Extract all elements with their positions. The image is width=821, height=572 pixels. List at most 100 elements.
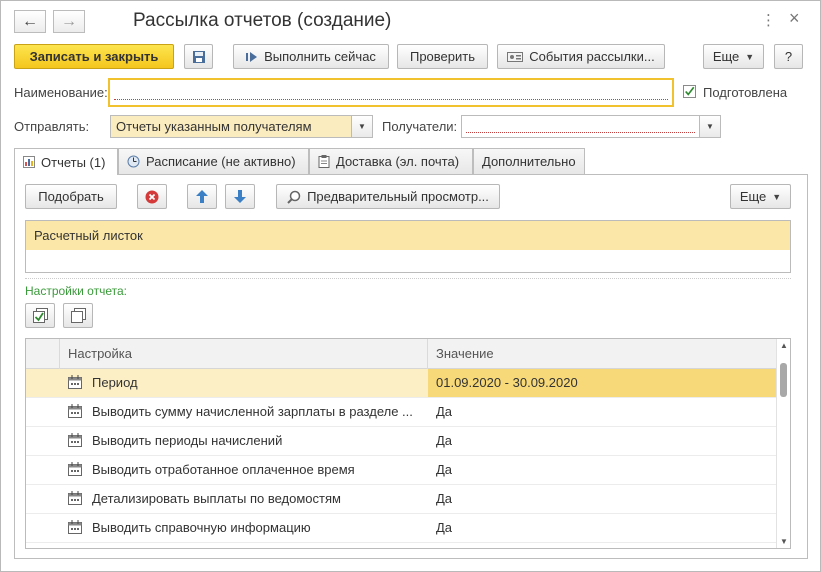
magnifier-icon <box>287 190 301 204</box>
tab-additional[interactable]: Дополнительно <box>473 148 585 174</box>
reports-more-label: Еще <box>739 189 767 204</box>
save-and-close-button[interactable]: Записать и закрыть <box>14 44 174 69</box>
tab-reports[interactable]: Отчеты (1) <box>14 148 118 175</box>
table-row[interactable]: Выводить справочную информацию Да <box>26 514 777 543</box>
uncheck-all-icon <box>70 308 86 323</box>
preview-label: Предварительный просмотр... <box>307 189 489 204</box>
setting-value[interactable]: Да <box>428 427 777 455</box>
marker-column-header <box>26 339 60 369</box>
mailing-events-button[interactable]: События рассылки... <box>497 44 665 69</box>
reports-more-button[interactable]: Еще ▼ <box>730 184 791 209</box>
more-label: Еще <box>712 49 740 64</box>
clock-icon <box>127 155 140 168</box>
send-label: Отправлять: <box>14 119 90 134</box>
tab-delivery-label: Доставка (эл. почта) <box>336 154 460 169</box>
pick-button[interactable]: Подобрать <box>25 184 117 209</box>
setting-icon <box>68 462 82 479</box>
arrow-right-icon: → <box>61 12 77 30</box>
close-icon[interactable]: × <box>789 8 800 29</box>
clipboard-icon <box>318 155 330 168</box>
caret-down-icon: ▼ <box>358 122 366 131</box>
setting-value[interactable]: Да <box>428 456 777 484</box>
setting-name: Выводить сумму начисленной зарплаты в ра… <box>92 404 413 419</box>
recipients-label: Получатели: <box>382 119 458 134</box>
name-input[interactable] <box>108 78 674 107</box>
divider <box>25 278 791 279</box>
more-button[interactable]: Еще ▼ <box>703 44 764 69</box>
tab-schedule-label: Расписание (не активно) <box>146 154 296 169</box>
check-button[interactable]: Проверить <box>397 44 488 69</box>
select-all-settings-button[interactable] <box>25 303 55 328</box>
floppy-disk-icon <box>192 50 205 63</box>
caret-down-icon: ▼ <box>706 122 714 131</box>
report-settings-label: Настройки отчета: <box>25 284 127 298</box>
scroll-thumb[interactable] <box>780 363 787 397</box>
table-header: Настройка Значение <box>26 339 777 369</box>
forward-button[interactable]: → <box>53 10 85 33</box>
preview-button[interactable]: Предварительный просмотр... <box>276 184 500 209</box>
column-header-setting[interactable]: Настройка <box>60 339 428 369</box>
setting-name: Период <box>92 375 138 390</box>
setting-name: Выводить справочную информацию <box>92 520 311 535</box>
setting-value[interactable]: Да <box>428 514 777 542</box>
arrow-up-icon <box>196 190 208 203</box>
window-title: Рассылка отчетов (создание) <box>133 10 392 31</box>
play-icon <box>246 51 258 62</box>
send-mode-dropdown-button[interactable]: ▼ <box>351 115 373 138</box>
checkmark-icon <box>685 86 695 96</box>
setting-icon <box>68 375 82 392</box>
setting-icon <box>68 404 82 421</box>
scroll-up-icon[interactable]: ▲ <box>778 341 790 350</box>
recipients-input[interactable] <box>461 115 700 138</box>
scroll-down-icon[interactable]: ▼ <box>778 537 790 546</box>
prepared-checkbox[interactable] <box>683 85 696 98</box>
setting-name: Выводить периоды начислений <box>92 433 283 448</box>
report-icon <box>23 156 35 168</box>
report-mailing-window: ← → Рассылка отчетов (создание) ⋮ × Запи… <box>0 0 821 572</box>
run-now-button[interactable]: Выполнить сейчас <box>233 44 389 69</box>
recipients-dropdown-button[interactable]: ▼ <box>699 115 721 138</box>
table-row[interactable]: Выводить отработанное оплаченное время Д… <box>26 456 777 485</box>
back-button[interactable]: ← <box>14 10 46 33</box>
setting-icon <box>68 491 82 508</box>
tab-additional-label: Дополнительно <box>482 154 576 169</box>
more-actions-icon[interactable]: ⋮ <box>761 11 776 29</box>
run-now-label: Выполнить сейчас <box>264 49 376 64</box>
tab-schedule[interactable]: Расписание (не активно) <box>118 148 309 174</box>
move-up-button[interactable] <box>187 184 217 209</box>
list-item[interactable]: Расчетный листок <box>26 221 790 250</box>
tab-delivery[interactable]: Доставка (эл. почта) <box>309 148 473 174</box>
table-row[interactable]: Выводить сумму начисленной зарплаты в ра… <box>26 398 777 427</box>
reports-list: Расчетный листок <box>25 220 791 273</box>
delete-icon <box>145 190 159 203</box>
setting-name: Детализировать выплаты по ведомостям <box>92 491 341 506</box>
table-row[interactable]: Выводить периоды начислений Да <box>26 427 777 456</box>
delete-button[interactable] <box>137 184 167 209</box>
check-all-icon <box>32 308 48 323</box>
setting-icon <box>68 433 82 450</box>
uncheck-all-settings-button[interactable] <box>63 303 93 328</box>
setting-value[interactable]: Да <box>428 485 777 513</box>
table-row[interactable]: Детализировать выплаты по ведомостям Да <box>26 485 777 514</box>
setting-icon <box>68 520 82 537</box>
prepared-label: Подготовлена <box>703 85 788 100</box>
arrow-left-icon: ← <box>22 12 38 30</box>
caret-down-icon: ▼ <box>772 191 782 202</box>
table-scrollbar[interactable]: ▲ ▼ <box>776 339 790 548</box>
setting-value[interactable]: Да <box>428 398 777 426</box>
help-button[interactable]: ? <box>774 44 803 69</box>
name-label: Наименование: <box>14 85 108 100</box>
send-mode-select[interactable]: Отчеты указанным получателям <box>110 115 352 138</box>
table-row[interactable]: Период 01.09.2020 - 30.09.2020 <box>26 369 777 398</box>
save-button[interactable] <box>184 44 213 69</box>
report-settings-table: Настройка Значение Период 01.09.2020 - 3… <box>25 338 791 549</box>
column-header-value[interactable]: Значение <box>428 339 777 369</box>
move-down-button[interactable] <box>225 184 255 209</box>
mailing-events-label: События рассылки... <box>529 49 655 64</box>
tab-reports-label: Отчеты (1) <box>41 154 106 170</box>
arrow-down-icon <box>234 190 246 203</box>
events-icon <box>507 51 524 63</box>
setting-name: Выводить отработанное оплаченное время <box>92 462 355 477</box>
caret-down-icon: ▼ <box>745 51 755 62</box>
setting-value[interactable]: 01.09.2020 - 30.09.2020 <box>428 369 777 397</box>
